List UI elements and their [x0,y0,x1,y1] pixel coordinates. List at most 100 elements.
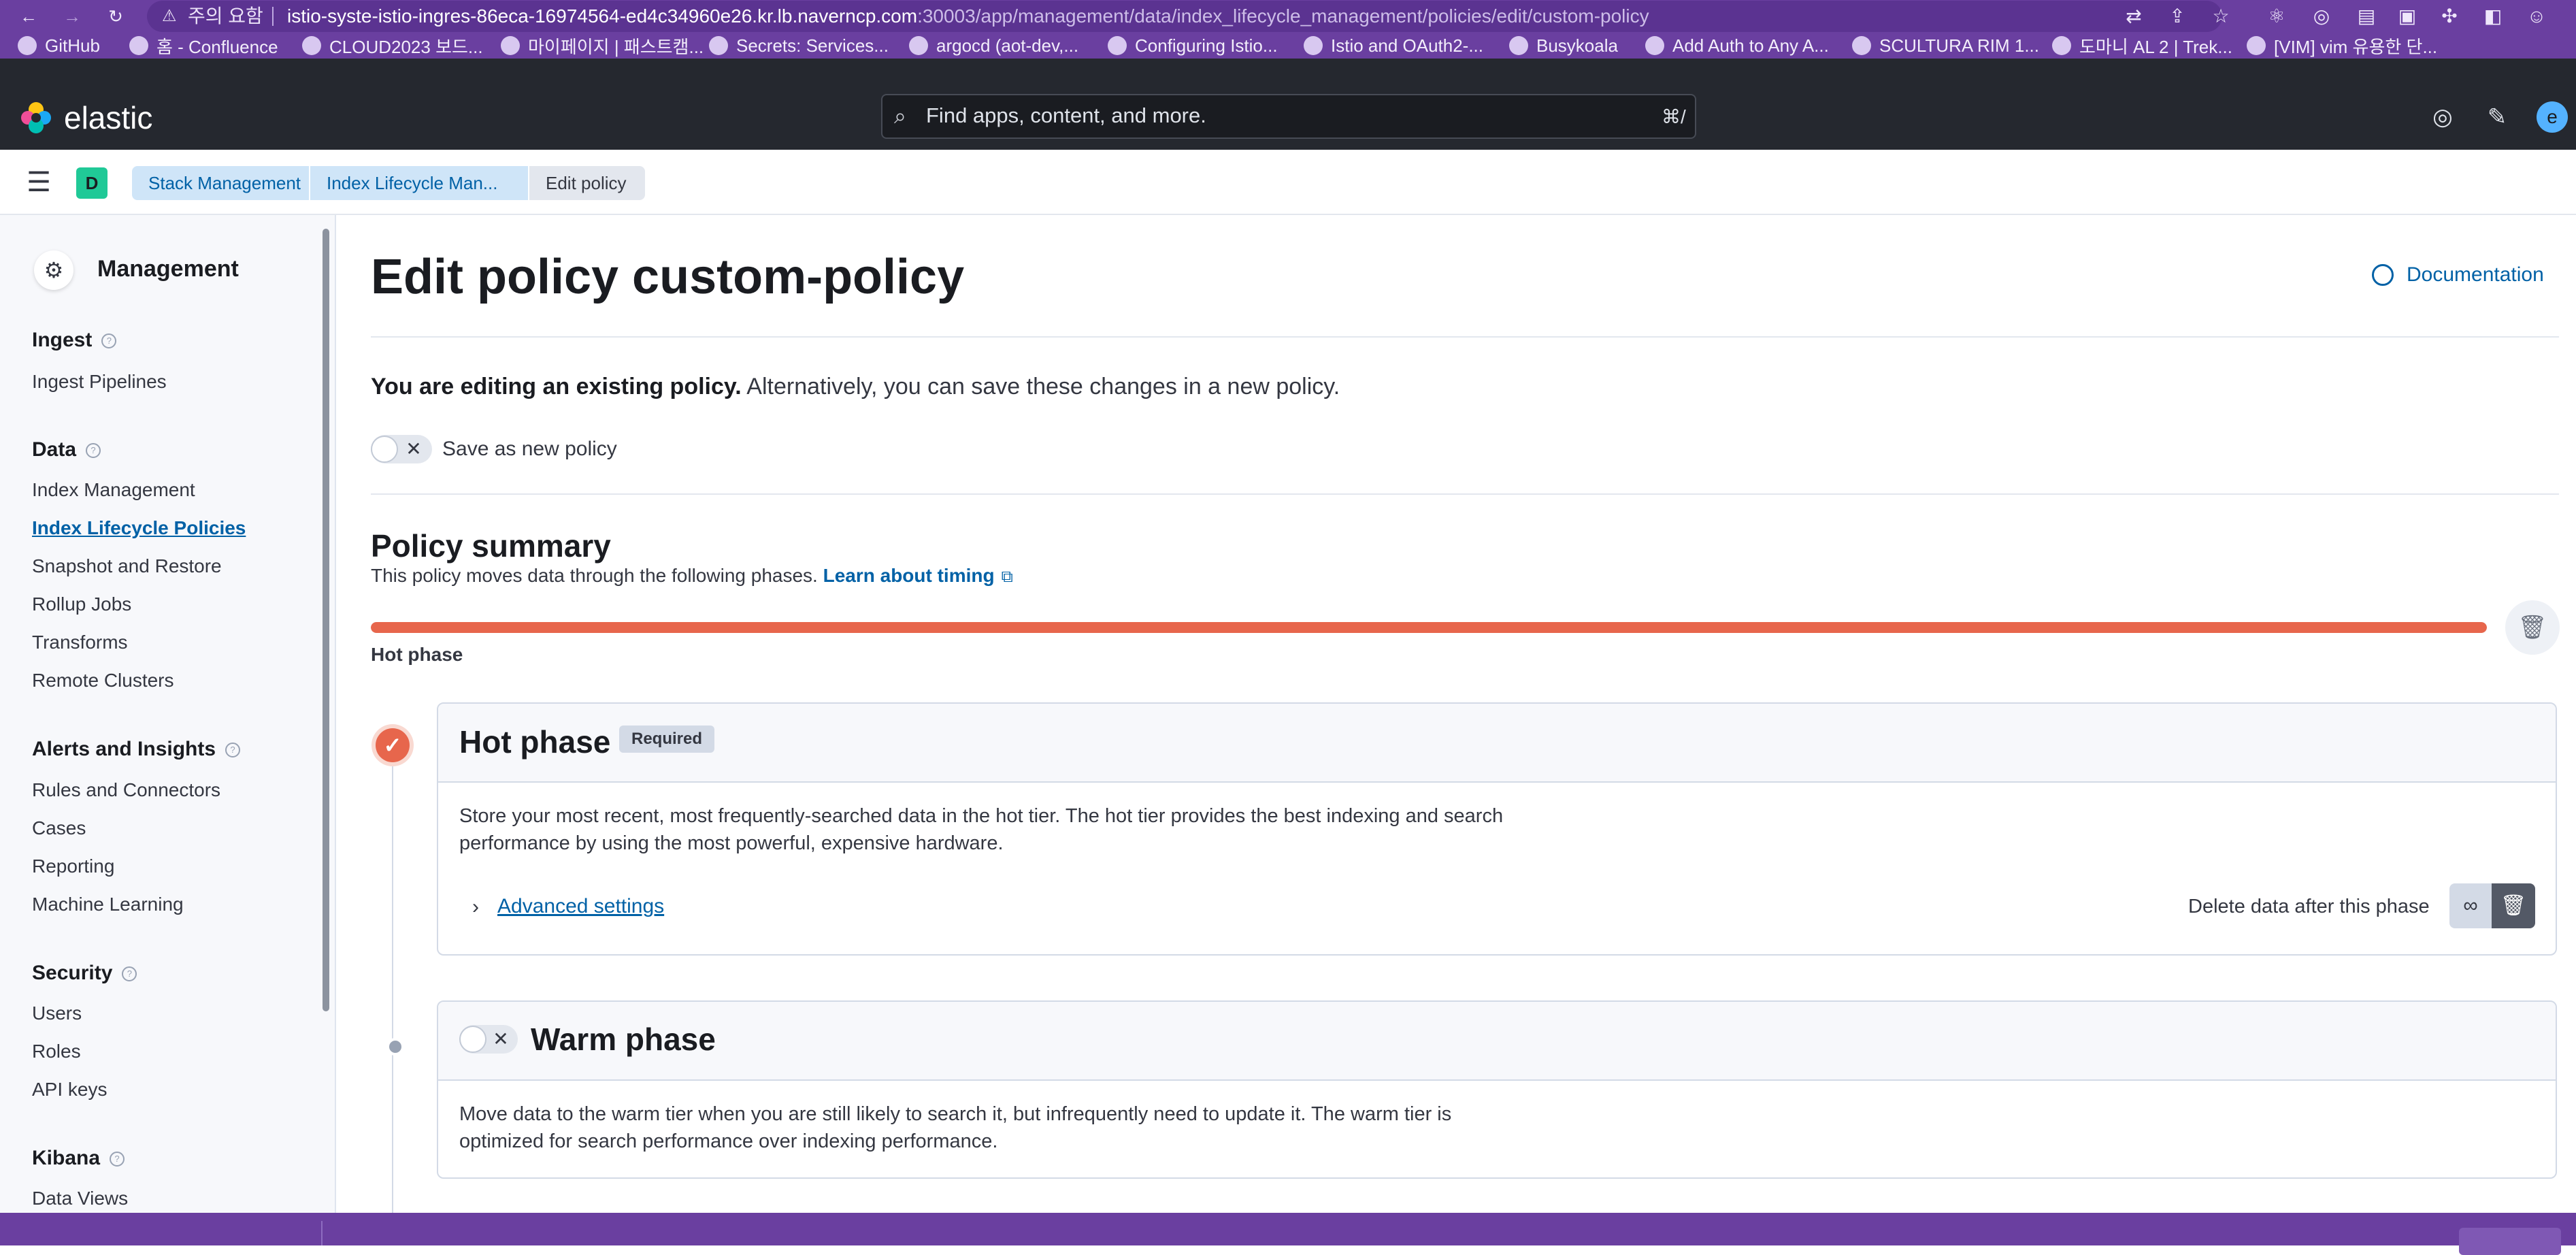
bookmark-item[interactable]: 도마니 AL 2 | Trek... [2052,33,2232,59]
documentation-link[interactable]: Documentation [2407,261,2544,289]
sidebar-item-data-views[interactable]: Data Views [32,1185,128,1212]
auth-icon [1645,36,1664,55]
sidebar-group-label: Alerts and Insights [32,738,216,760]
extension-ring-icon[interactable]: ◎ [2308,3,2335,30]
phase-dot [386,1038,404,1056]
react-devtools-icon[interactable]: ⚛ [2263,3,2290,30]
bookmark-item[interactable]: Secrets: Services... [709,33,889,59]
confluence-icon [709,36,728,55]
delete-after-toggle-group: ∞ 🗑 [2449,883,2535,928]
bookmark-label: Secrets: Services... [736,35,889,56]
bookmark-label: Busykoala [1536,35,1618,56]
extensions-puzzle-icon[interactable]: ✣ [2436,3,2463,30]
extension-archive-icon[interactable]: ▤ [2353,3,2380,30]
bookmark-star-icon[interactable]: ☆ [2207,3,2234,30]
sidebar-item-index-lifecycle-policies[interactable]: Index Lifecycle Policies [32,515,246,542]
trek-icon [2052,36,2071,55]
bookmark-label: 도마니 AL 2 | Trek... [2079,36,2232,57]
bookmark-item[interactable]: SCULTURA RIM 1... [1852,33,2039,59]
bookmark-label: Configuring Istio... [1135,35,1278,56]
bookmark-label: 마이페이지 | 패스트캠... [528,36,704,57]
brand-name[interactable]: elastic [64,99,152,136]
sidebar-item-roles[interactable]: Roles [32,1038,81,1065]
bookmark-item[interactable]: GitHub [18,33,100,59]
sidebar-item-remote-clusters[interactable]: Remote Clusters [32,667,174,694]
breadcrumb-index-lifecycle[interactable]: Index Lifecycle Man... [309,166,528,200]
bookmark-item[interactable]: CLOUD2023 보드... [302,33,483,59]
user-avatar[interactable]: e [2537,101,2568,133]
bookmark-item[interactable]: argocd (aot-dev,... [909,33,1078,59]
translate-icon[interactable]: ⇄ [2120,3,2147,30]
elastic-logo-icon[interactable] [19,101,53,135]
bookmark-item[interactable]: Busykoala [1509,33,1618,59]
sidebar-scrollbar[interactable] [323,229,329,1011]
documentation-icon[interactable] [2372,264,2394,286]
learn-timing-link[interactable]: Learn about timing [823,565,995,586]
phase-rail [392,764,393,1213]
forward-icon[interactable]: → [57,1,87,31]
help-icon[interactable]: ? [225,743,241,758]
search-placeholder: Find apps, content, and more. [926,103,1206,127]
istio-icon [1108,36,1127,55]
url-text[interactable]: istio-syste-istio-ingres-86eca-16974564-… [287,4,1649,29]
sidebar-item-reporting[interactable]: Reporting [32,853,114,880]
close-icon: ✕ [406,438,422,459]
sidebar-item-machine-learning[interactable]: Machine Learning [32,891,184,918]
breadcrumb-stack-management[interactable]: Stack Management [132,166,309,200]
bookmark-item[interactable]: 마이페이지 | 패스트캠... [501,33,704,59]
sidebar-item-index-management[interactable]: Index Management [32,476,195,504]
security-warning[interactable]: 주의 요함 [188,4,263,29]
side-panel-icon[interactable]: ◧ [2479,3,2507,30]
sidebar-group-ingest: Ingest? [32,327,117,354]
save-as-new-label[interactable]: Save as new policy [442,436,617,463]
bookmark-label: SCULTURA RIM 1... [1879,35,2040,56]
bookmark-item[interactable]: Add Auth to Any A... [1645,33,1829,59]
extension-note-icon[interactable]: ▣ [2394,3,2421,30]
sidebar-group-label: Data [32,438,77,461]
trash-icon[interactable]: 🗑 [2492,883,2535,928]
sidebar-item-snapshot-restore[interactable]: Snapshot and Restore [32,553,222,580]
edit-notice-text: Alternatively, you can save these change… [741,374,1340,400]
scultura-icon [1852,36,1871,55]
help-icon[interactable]: ? [86,443,101,459]
help-icon[interactable]: ? [110,1152,125,1167]
warm-phase-description: Move data to the warm tier when you are … [459,1103,1452,1152]
page-title: Edit policy custom-policy [371,250,965,304]
bookmark-item[interactable]: 홈 - Confluence [129,33,278,59]
sidebar-item-users[interactable]: Users [32,1000,82,1027]
help-icon[interactable]: ? [122,966,137,982]
edit-notice: You are editing an existing policy. Alte… [371,372,1340,402]
bookmark-item[interactable]: [VIM] vim 유용한 단... [2247,33,2437,59]
bookmark-item[interactable]: Configuring Istio... [1108,33,1278,59]
sidebar-item-ingest-pipelines[interactable]: Ingest Pipelines [32,368,167,395]
profile-icon[interactable]: ☺ [2523,3,2550,30]
bottom-bar-button[interactable] [2459,1228,2561,1255]
space-avatar[interactable]: D [76,167,108,199]
reload-icon[interactable]: ↻ [101,1,131,31]
bookmark-item[interactable]: Istio and OAuth2-... [1304,33,1483,59]
delete-phase-trash-icon[interactable]: 🗑 [2505,600,2560,655]
bookmark-label: CLOUD2023 보드... [329,36,483,57]
istio-icon [1304,36,1323,55]
sidebar-item-rules-connectors[interactable]: Rules and Connectors [32,777,220,804]
back-icon[interactable]: ← [14,1,44,31]
menu-icon[interactable]: ☰ [23,167,54,197]
policy-summary-title: Policy summary [371,528,611,564]
help-icon[interactable]: ◎ [2428,102,2458,132]
sidebar-item-rollup-jobs[interactable]: Rollup Jobs [32,591,131,618]
help-icon[interactable]: ? [101,333,117,349]
url-host: istio-syste-istio-ingres-86eca-16974564-… [287,5,918,27]
chevron-right-icon[interactable]: › [464,894,487,921]
share-icon[interactable]: ⇪ [2164,3,2191,30]
bookmark-label: GitHub [45,35,100,56]
sidebar-item-transforms[interactable]: Transforms [32,629,128,656]
warning-icon[interactable]: ⚠ [162,4,177,29]
infinity-icon[interactable]: ∞ [2449,883,2492,928]
advanced-settings-link[interactable]: Advanced settings [497,893,664,920]
bookmark-label: [VIM] vim 유용한 단... [2274,36,2438,57]
sidebar-item-cases[interactable]: Cases [32,815,86,842]
sidebar-item-api-keys[interactable]: API keys [32,1076,107,1103]
sidebar-group-security: Security? [32,960,137,987]
news-feed-icon[interactable]: ✎ [2482,102,2512,132]
busykoala-icon [1509,36,1528,55]
